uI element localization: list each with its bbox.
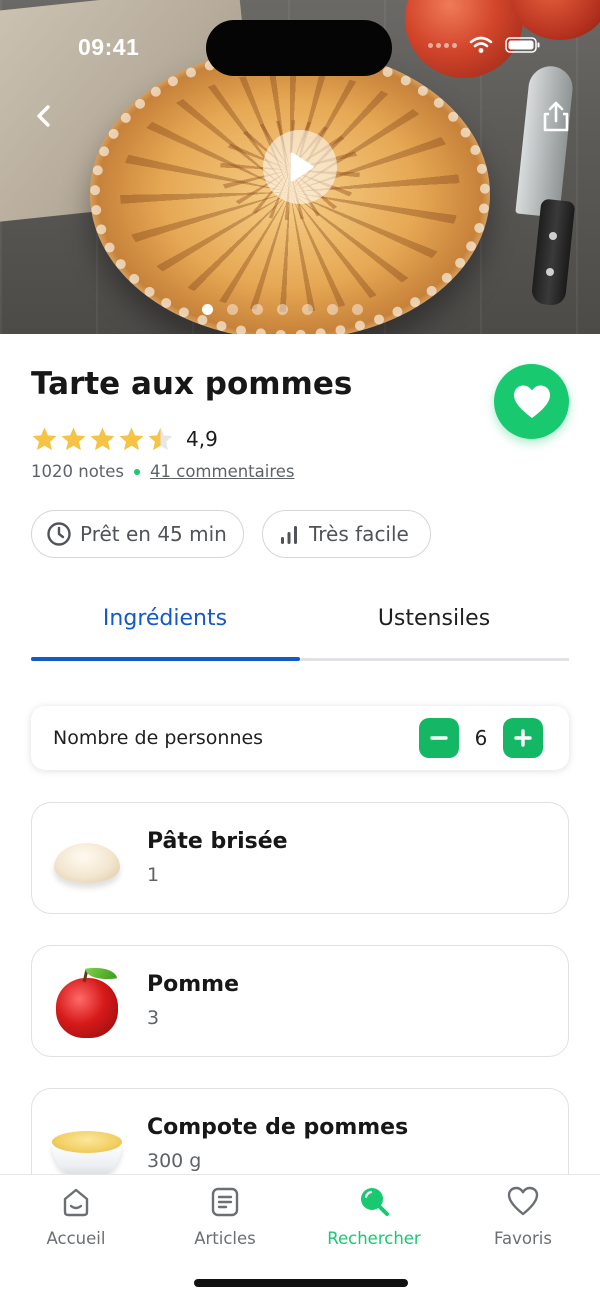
star-icon [61,427,86,451]
play-video-button[interactable] [263,130,337,204]
wifi-icon [469,36,493,53]
articles-icon [211,1187,239,1217]
gallery-dot[interactable] [327,304,338,315]
tab-utensils[interactable]: Ustensiles [300,606,568,631]
difficulty-bars-icon [281,526,297,544]
gallery-dot[interactable] [277,304,288,315]
servings-stepper: Nombre de personnes 6 [31,706,569,770]
ingredient-name: Pâte brisée [147,829,288,854]
rating: 4,9 [31,426,218,452]
ingredient-quantity: 1 [147,864,160,886]
signal-icon [428,42,457,48]
home-icon [63,1188,89,1217]
nav-item-articles[interactable]: Articles [160,1185,290,1248]
ingredient-name: Pomme [147,972,240,997]
knife-rivet [546,268,554,276]
clock-icon [47,522,71,546]
dough-image [50,821,124,897]
chevron-left-icon [37,105,50,127]
star-icon [119,427,144,451]
heart-icon [507,1186,539,1216]
prep-time-label: Prêt en 45 min [80,522,227,546]
separator-dot [134,468,141,475]
increase-servings-button[interactable] [503,718,543,758]
recipe-title: Tarte aux pommes [31,366,353,402]
ingredient-card[interactable]: Pomme 3 [31,945,569,1057]
applesauce-image [50,1107,124,1183]
nav-label: Favoris [494,1229,552,1248]
servings-count: 6 [474,726,488,750]
tab-active-indicator [31,657,300,661]
back-button[interactable] [28,100,60,132]
search-icon [361,1188,389,1216]
nav-item-search[interactable]: Rechercher [309,1185,439,1248]
gallery-dot[interactable] [202,304,213,315]
difficulty-chip: Très facile [262,510,431,558]
rating-meta: 1020 notes 41 commentaires [31,462,295,481]
star-icon [32,427,57,451]
star-icon [148,427,173,451]
nav-item-favorites[interactable]: Favoris [458,1185,588,1248]
gallery-pagination [202,304,363,315]
plus-icon [514,729,532,747]
home-indicator [194,1279,408,1287]
gallery-dot[interactable] [252,304,263,315]
gallery-dot[interactable] [352,304,363,315]
dynamic-island [206,20,392,76]
rating-stars [31,426,174,452]
nav-label: Accueil [46,1229,106,1248]
star-icon [90,427,115,451]
apple-image [50,963,124,1040]
prep-time-chip: Prêt en 45 min [31,510,244,558]
servings-label: Nombre de personnes [53,727,264,749]
status-time: 09:41 [78,34,140,60]
ingredient-quantity: 3 [147,1007,160,1029]
knife-rivet [549,232,557,240]
battery-icon [505,37,540,53]
nav-label: Rechercher [327,1229,421,1248]
share-icon [543,101,569,132]
ingredient-name: Compote de pommes [147,1115,409,1140]
gallery-dot[interactable] [227,304,238,315]
dough-shape [54,843,120,883]
minus-icon [430,736,448,740]
apple-shape [56,978,118,1038]
ingredient-card[interactable]: Pâte brisée 1 [31,802,569,914]
decrease-servings-button[interactable] [419,718,459,758]
heart-icon [513,385,550,418]
favorite-button[interactable] [494,364,569,439]
nav-label: Articles [194,1229,256,1248]
applesauce-fill [52,1131,122,1153]
comments-link[interactable]: 41 commentaires [150,462,295,481]
difficulty-label: Très facile [309,522,409,546]
rating-value: 4,9 [186,427,218,451]
play-icon [290,152,314,182]
ratings-count: 1020 notes [31,462,125,481]
share-button[interactable] [540,100,572,134]
tab-ingredients[interactable]: Ingrédients [31,606,299,631]
status-indicators [428,36,541,54]
gallery-dot[interactable] [302,304,313,315]
nav-item-home[interactable]: Accueil [11,1185,141,1248]
ingredient-quantity: 300 g [147,1150,202,1172]
